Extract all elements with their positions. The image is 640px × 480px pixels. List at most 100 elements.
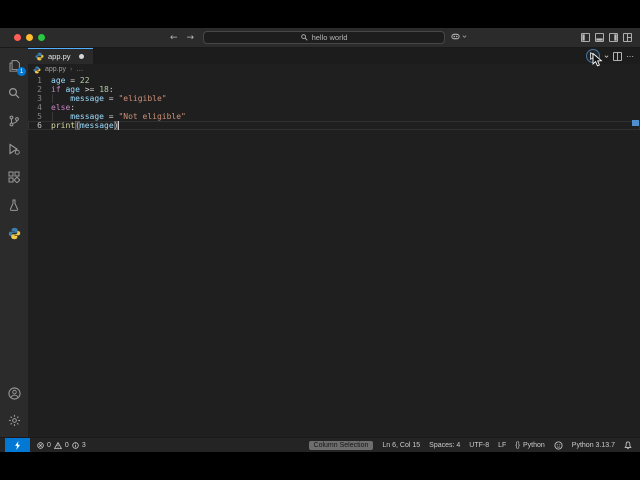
line-content: if age >= 18: [51, 85, 114, 94]
python-icon [35, 52, 44, 60]
breadcrumb-separator: › [70, 66, 73, 73]
line-number: 5 [37, 112, 42, 121]
indent-guide [52, 112, 53, 121]
tab-bar: app.py ⋯ [28, 48, 640, 64]
error-icon [37, 441, 44, 449]
sidebar-item-search[interactable] [5, 84, 23, 102]
chevron-down-icon [462, 35, 467, 38]
copilot-menu[interactable] [451, 32, 467, 41]
command-center-search[interactable]: hello world [203, 31, 445, 44]
sidebar-item-explorer[interactable]: 1 [5, 56, 26, 76]
info-icon [72, 441, 79, 449]
eol-setting[interactable]: LF [498, 442, 506, 449]
testing-flask-icon [9, 199, 19, 211]
code-token: message [70, 112, 104, 121]
sidebar-item-python[interactable] [5, 224, 23, 242]
mouse-cursor [592, 53, 603, 67]
navigate-back-icon[interactable]: ← [170, 33, 178, 43]
customize-layout-icon[interactable] [623, 33, 632, 42]
code-line[interactable]: 6 print(message) [28, 121, 640, 130]
code-token: print [51, 121, 76, 130]
gear-icon [8, 414, 20, 426]
line-number: 2 [37, 85, 42, 94]
language-label: Python [523, 441, 545, 449]
overview-ruler-cursor-marker [632, 120, 639, 126]
navigate-forward-icon[interactable]: → [187, 33, 195, 43]
code-token: = [103, 94, 119, 103]
explorer-badge: 1 [17, 67, 26, 76]
notifications-bell-icon[interactable] [624, 441, 632, 450]
split-editor-icon[interactable] [613, 51, 622, 61]
line-number: 4 [37, 103, 42, 112]
breadcrumb-symbol[interactable]: … [76, 66, 83, 73]
braces-icon: {} [515, 441, 520, 449]
code-token: 18 [99, 85, 109, 94]
settings-menu[interactable] [5, 411, 23, 429]
minimize-window-button[interactable] [26, 34, 33, 41]
toggle-primary-sidebar-icon[interactable] [581, 33, 590, 42]
code-token: 22 [79, 76, 90, 85]
code-token: : [70, 103, 76, 112]
sidebar-item-testing[interactable] [5, 196, 23, 214]
run-dropdown-chevron-icon[interactable] [604, 54, 609, 59]
remote-indicator[interactable] [5, 438, 30, 452]
code-token: = [103, 112, 119, 121]
warning-count: 0 [64, 441, 69, 449]
python-icon [8, 227, 20, 239]
info-count: 3 [81, 441, 86, 449]
line-content: else: [51, 103, 75, 112]
indent-guide [52, 94, 53, 103]
activity-bar: 1 [0, 48, 28, 437]
breadcrumb-file[interactable]: app.py [45, 66, 66, 73]
search-icon [8, 87, 20, 99]
code-line[interactable]: 3 message = "eligible" [28, 94, 640, 103]
sidebar-item-source-control[interactable] [5, 112, 23, 130]
indentation-setting[interactable]: Spaces: 4 [429, 442, 460, 449]
code-token: if [51, 85, 61, 94]
code-token: age [65, 85, 80, 94]
remote-lightning-icon [15, 440, 21, 450]
code-token: age [51, 76, 66, 85]
code-line[interactable]: 5 message = "Not eligible" [28, 112, 640, 121]
code-lines[interactable]: 1 age = 22 2 if age >= 18: 3 message = "elig… [28, 75, 640, 437]
toggle-panel-icon[interactable] [595, 33, 604, 42]
breadcrumb[interactable]: app.py › … [28, 64, 640, 75]
more-actions-icon[interactable]: ⋯ [626, 52, 634, 61]
account-icon [7, 386, 21, 400]
code-token: message [79, 121, 114, 130]
tab-app-py[interactable]: app.py [28, 48, 93, 64]
encoding-setting[interactable]: UTF-8 [469, 442, 489, 449]
status-bar: 0 0 3 Column Selection Ln 6, Col 15 Spac… [0, 437, 640, 452]
line-content: message = "Not eligible" [51, 112, 186, 121]
python-icon [33, 66, 41, 73]
sidebar-item-extensions[interactable] [5, 168, 23, 186]
code-token: message [70, 94, 104, 103]
cursor-position[interactable]: Ln 6, Col 15 [382, 442, 420, 449]
line-content: print(message) [51, 121, 120, 130]
tab-label: app.py [48, 51, 71, 61]
maximize-window-button[interactable] [38, 34, 45, 41]
accounts-menu[interactable] [5, 384, 23, 402]
problems-summary[interactable]: 0 0 3 [37, 441, 86, 449]
modified-indicator-icon[interactable] [78, 53, 84, 59]
line-number: 1 [37, 76, 42, 85]
code-line[interactable]: 1 age = 22 [28, 76, 640, 85]
close-window-button[interactable] [14, 34, 21, 41]
column-selection-mode[interactable]: Column Selection [308, 440, 374, 450]
python-interpreter[interactable]: Python 3.13.7 [572, 442, 615, 449]
toggle-secondary-sidebar-icon[interactable] [609, 33, 618, 42]
copilot-status-icon[interactable] [554, 440, 563, 450]
extensions-icon [8, 171, 20, 183]
code-token: >= [79, 85, 100, 94]
run-debug-icon [9, 143, 20, 155]
line-content: message = "eligible" [51, 94, 167, 103]
title-bar: ← → hello world [0, 28, 640, 48]
warning-icon [53, 441, 62, 449]
sidebar-item-run-debug[interactable] [5, 140, 23, 158]
text-cursor [118, 121, 120, 130]
code-line[interactable]: 4 else: [28, 103, 640, 112]
language-mode[interactable]: {} Python [515, 442, 544, 449]
code-line[interactable]: 2 if age >= 18: [28, 85, 640, 94]
